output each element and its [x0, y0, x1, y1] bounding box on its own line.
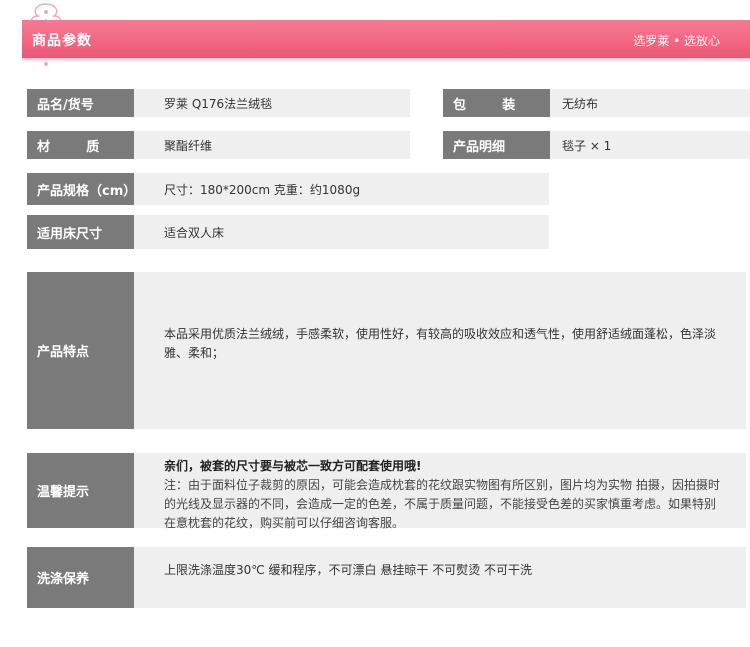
tips-headline: 亲们，被套的尺寸要与被芯一致方可配套使用哦!	[164, 459, 422, 473]
material-value: 聚酯纤维	[134, 131, 410, 159]
spec-value: 尺寸：180*200cm 克重：约1080g	[134, 173, 549, 205]
features-label: 产品特点	[27, 272, 134, 429]
care-text: 上限洗涤温度30℃ 缓和程序，不可漂白 悬挂晾干 不可熨烫 不可干洗	[134, 547, 746, 608]
detail-label: 产品明细	[443, 131, 550, 159]
pack-label: 包 装	[443, 89, 550, 117]
page-title: 商品参数	[32, 33, 92, 49]
spec-label: 产品规格（cm）	[27, 173, 136, 205]
material-label: 材 质	[27, 131, 134, 159]
tips-body: 注：由于面料位子裁剪的原因，可能会造成枕套的花纹跟实物图有所区别，图片均为实物 …	[164, 478, 720, 530]
care-label: 洗涤保养	[27, 547, 134, 608]
brand-slogan: 选罗莱 • 选放心	[633, 34, 720, 48]
pack-value: 无纺布	[550, 89, 750, 117]
header-shadow	[22, 58, 750, 62]
bed-value: 适合双人床	[134, 215, 549, 249]
tips-content: 亲们，被套的尺寸要与被芯一致方可配套使用哦! 注：由于面料位子裁剪的原因，可能会…	[134, 453, 746, 530]
name-value: 罗莱 Q176法兰绒毯	[134, 89, 410, 117]
name-label: 品名/货号	[27, 89, 134, 117]
features-text: 本品采用优质法兰绒绒，手感柔软，使用性好，有较高的吸收效应和透气性，使用舒适绒面…	[134, 272, 746, 429]
tips-label: 温馨提示	[27, 453, 134, 528]
detail-value: 毯子 × 1	[550, 131, 750, 159]
bed-label: 适用床尺寸	[27, 215, 134, 249]
